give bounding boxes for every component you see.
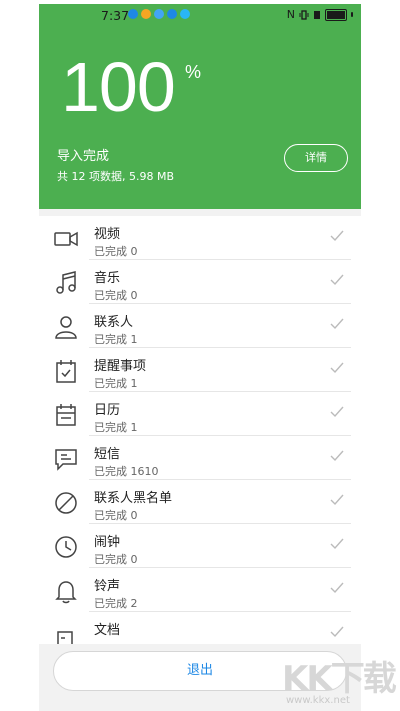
item-title: 提醒事项 — [94, 359, 147, 374]
item-title: 视频 — [94, 227, 121, 242]
item-status: 已完成 1 — [94, 377, 138, 390]
item-title: 日历 — [94, 403, 121, 418]
item-title: 闹钟 — [94, 535, 121, 550]
check-icon — [330, 230, 344, 242]
list-item-reminders[interactable]: 提醒事项 已完成 1 — [39, 348, 361, 392]
app-notification-icon — [141, 9, 151, 19]
list-item-music[interactable]: 音乐 已完成 0 — [39, 260, 361, 304]
system-icons: N — [287, 8, 353, 21]
item-status: 已完成 0 — [94, 553, 138, 566]
clock-icon — [55, 536, 77, 558]
item-status: 已完成 1 — [94, 333, 138, 346]
status-bar: 7:37 N — [39, 4, 361, 26]
watermark-logo: KK下载 www.kkx.net — [282, 651, 400, 711]
item-title: 联系人 — [94, 315, 134, 330]
document-icon — [57, 631, 73, 644]
check-icon — [330, 406, 344, 418]
item-status: 已完成 0 — [94, 289, 138, 302]
battery-icon — [325, 8, 347, 21]
check-icon — [330, 626, 344, 638]
import-status: 导入完成 — [57, 149, 110, 164]
item-status: 已完成 1610 — [94, 465, 159, 478]
item-status: 已完成 0 — [94, 245, 138, 258]
category-list: 视频 已完成 0 音乐 已完成 0 联系人 已完成 1 提醒事项 已完成 1 日… — [39, 216, 361, 644]
check-icon — [330, 450, 344, 462]
watermark-logo-text: KK下载 — [282, 659, 397, 699]
item-title: 联系人黑名单 — [94, 491, 173, 506]
video-icon — [54, 231, 78, 247]
percent-sign: % — [185, 62, 202, 82]
app-notification-icon — [167, 9, 177, 19]
list-item-ringtone[interactable]: 铃声 已完成 2 — [39, 568, 361, 612]
list-item-messages[interactable]: 短信 已完成 1610 — [39, 436, 361, 480]
item-status: 已完成 1 — [94, 421, 138, 434]
list-item-alarm[interactable]: 闹钟 已完成 0 — [39, 524, 361, 568]
item-status: 已完成 2 — [94, 597, 138, 610]
check-icon — [330, 582, 344, 594]
sim-icon — [314, 10, 320, 19]
item-title: 铃声 — [94, 579, 121, 594]
phone-screen: 7:37 N 100 % 导入完成 共 12 项数据, 5.98 MB 详情 视… — [39, 4, 361, 711]
nfc-icon: N — [286, 8, 295, 21]
item-status: 已完成 0 — [94, 509, 138, 522]
reminder-icon — [56, 360, 76, 383]
import-summary: 共 12 项数据, 5.98 MB — [57, 170, 175, 183]
music-icon — [56, 271, 76, 294]
details-button[interactable]: 详情 — [284, 144, 348, 172]
item-title: 短信 — [94, 447, 121, 462]
list-item-contacts[interactable]: 联系人 已完成 1 — [39, 304, 361, 348]
battery-tip-icon — [351, 12, 353, 17]
item-title: 文档 — [94, 623, 121, 638]
list-item-video[interactable]: 视频 已完成 0 — [39, 216, 361, 260]
item-title: 音乐 — [94, 271, 121, 286]
watermark-site: www.kkx.net — [286, 695, 350, 706]
app-notification-icon — [180, 9, 190, 19]
check-icon — [330, 494, 344, 506]
check-icon — [330, 318, 344, 330]
app-notification-icon — [154, 9, 164, 19]
progress-percent: 100 — [61, 48, 176, 126]
check-icon — [330, 362, 344, 374]
message-icon — [55, 449, 77, 471]
status-time: 7:37 — [101, 8, 130, 23]
calendar-icon — [56, 404, 76, 426]
list-item-documents[interactable]: 文档 — [39, 612, 361, 644]
list-item-blacklist[interactable]: 联系人黑名单 已完成 0 — [39, 480, 361, 524]
check-icon — [330, 538, 344, 550]
list-item-calendar[interactable]: 日历 已完成 1 — [39, 392, 361, 436]
blocked-icon — [55, 492, 77, 514]
import-header: 7:37 N 100 % 导入完成 共 12 项数据, 5.98 MB 详情 — [39, 4, 361, 209]
notification-icons — [128, 9, 190, 19]
check-icon — [330, 274, 344, 286]
vibrate-icon — [299, 9, 309, 20]
contact-icon — [55, 316, 77, 339]
app-notification-icon — [128, 9, 138, 19]
bell-icon — [55, 581, 77, 604]
